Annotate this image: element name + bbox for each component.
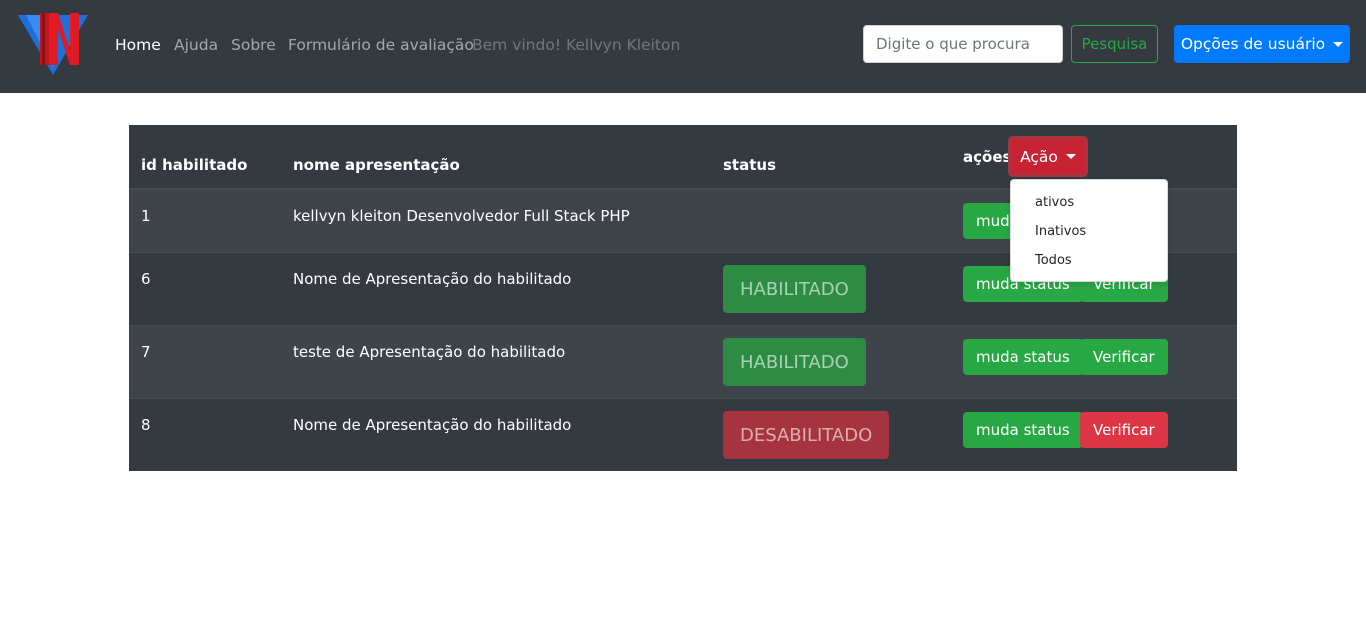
muda-status-button[interactable]: muda status (963, 339, 1083, 375)
status-badge: DESABILITADO (723, 411, 890, 459)
acao-label: Ação (1020, 147, 1058, 166)
row-name: Nome de Apresentação do habilitado (293, 416, 572, 434)
table-row: 8 Nome de Apresentação do habilitado DES… (129, 398, 1237, 471)
nav-sobre-link[interactable]: Sobre (231, 34, 276, 56)
dropdown-item-inativos[interactable]: Inativos (1011, 217, 1167, 246)
header-status: status (723, 156, 776, 174)
row-id: 6 (141, 270, 151, 288)
status-badge: HABILITADO (723, 338, 866, 386)
verificar-button[interactable]: Verificar (1080, 339, 1168, 375)
header-nome: nome apresentação (293, 156, 460, 174)
brand-logo[interactable] (18, 13, 88, 77)
search-button[interactable]: Pesquisa (1071, 25, 1158, 63)
chevron-down-icon (1065, 154, 1076, 159)
user-options-label: Opções de usuário (1180, 35, 1326, 53)
row-name: teste de Apresentação do habilitado (293, 343, 566, 361)
acao-dropdown-button[interactable]: Ação (1008, 136, 1088, 177)
acao-dropdown-menu: ativos Inativos Todos (1010, 179, 1168, 282)
row-id: 1 (141, 207, 151, 225)
user-options-button[interactable]: Opções de usuário (1174, 25, 1350, 63)
habilitados-table: id habilitado nome apresentação status a… (129, 125, 1237, 471)
row-id: 8 (141, 416, 151, 434)
row-name: kellvyn kleiton Desenvolvedor Full Stack… (293, 207, 630, 225)
verificar-button[interactable]: Verificar (1080, 412, 1168, 448)
header-id: id habilitado (141, 156, 248, 174)
header-acoes: ações (963, 148, 1012, 166)
nav-ajuda-link[interactable]: Ajuda (174, 34, 218, 56)
nav-formulario-link[interactable]: Formulário de avaliação (288, 34, 474, 56)
dropdown-item-todos[interactable]: Todos (1011, 246, 1167, 275)
nav-home-link[interactable]: Home (115, 34, 161, 56)
navbar: Home Ajuda Sobre Formulário de avaliação… (0, 0, 1366, 93)
welcome-text: Bem vindo! Kellvyn Kleiton (472, 36, 681, 54)
row-name: Nome de Apresentação do habilitado (293, 270, 572, 288)
table-row: 7 teste de Apresentação do habilitado HA… (129, 325, 1237, 398)
row-id: 7 (141, 343, 151, 361)
chevron-down-icon (1333, 41, 1344, 47)
search-input[interactable] (863, 25, 1063, 63)
status-badge: HABILITADO (723, 265, 866, 313)
dropdown-item-ativos[interactable]: ativos (1011, 188, 1167, 217)
muda-status-button[interactable]: muda status (963, 412, 1083, 448)
